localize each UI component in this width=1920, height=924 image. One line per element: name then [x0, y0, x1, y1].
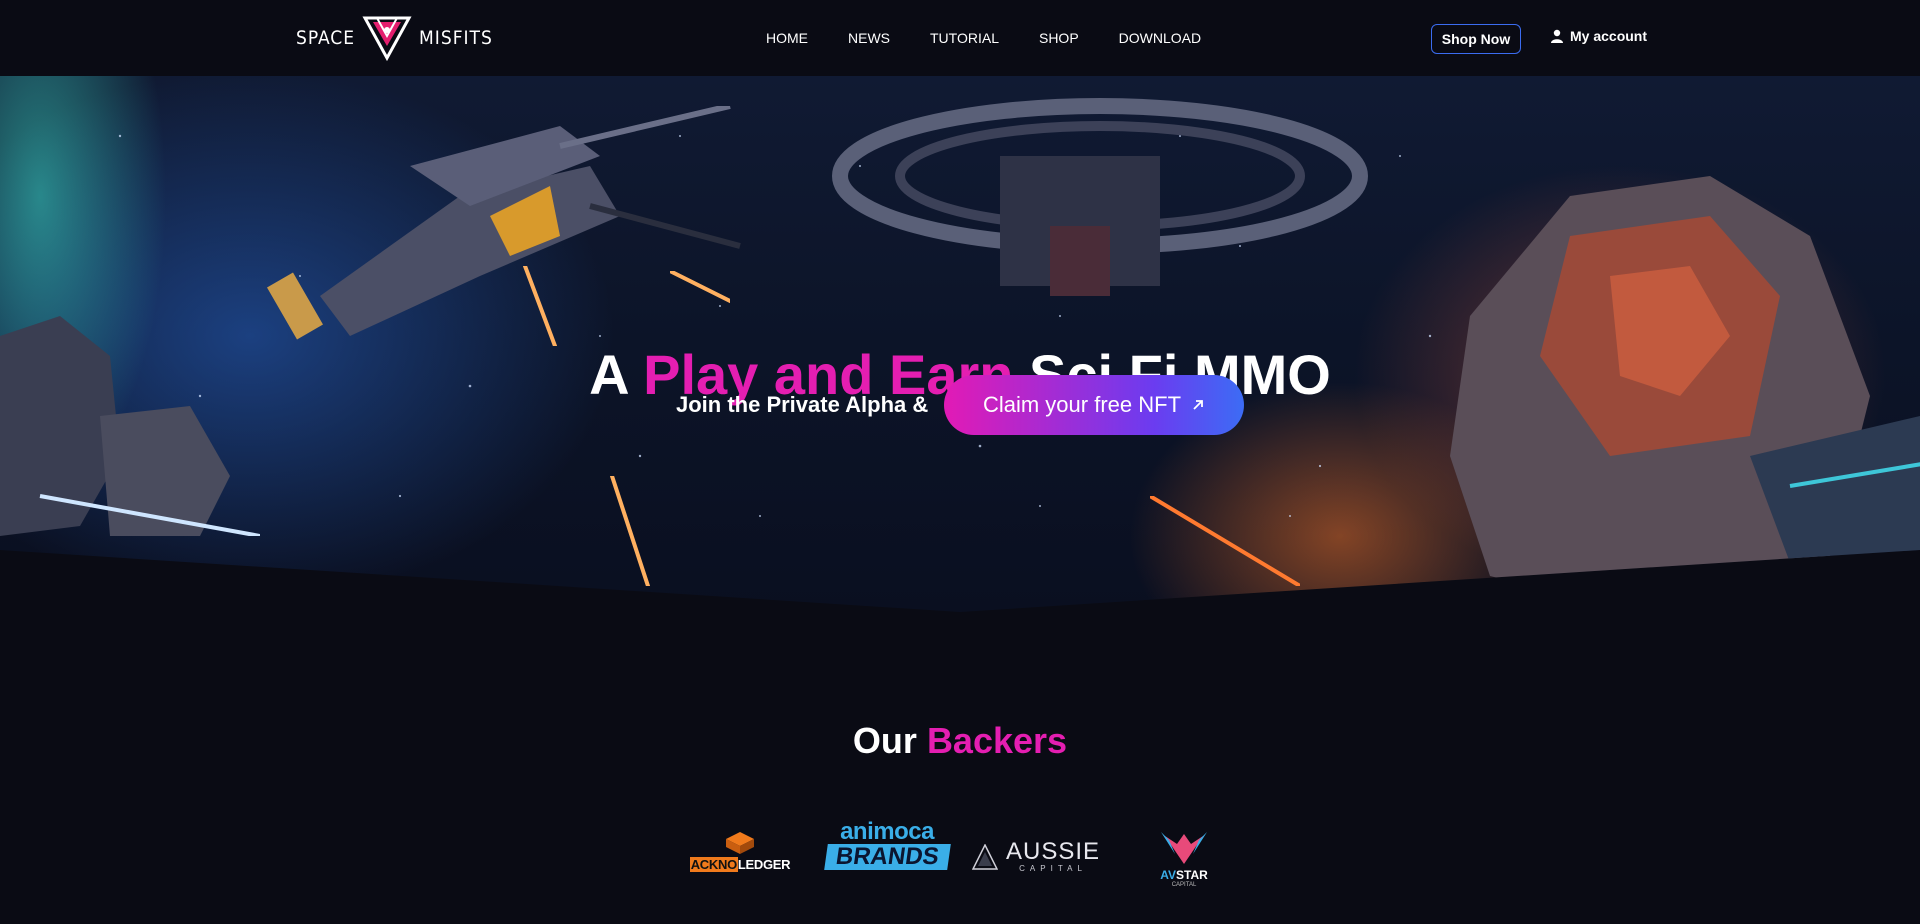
- animoca-wordmark: animoca: [840, 818, 934, 845]
- claim-nft-button[interactable]: Claim your free NFT: [944, 375, 1244, 435]
- meteor-streak: [1150, 496, 1300, 586]
- space-station-illustration: [832, 98, 1368, 296]
- menu-item-shop[interactable]: SHOP: [1039, 30, 1079, 46]
- space-misfits-logo[interactable]: SPACE MISFITS: [296, 12, 493, 64]
- aussie-triangle-icon: [972, 843, 998, 870]
- menu-item-download[interactable]: DOWNLOAD: [1119, 30, 1201, 46]
- capital-wordmark: CAPITAL: [1019, 864, 1087, 873]
- user-icon: [1551, 29, 1563, 43]
- backers-title: Our Backers: [0, 720, 1920, 762]
- my-account-label: My account: [1570, 28, 1648, 44]
- animoca-brands-logo[interactable]: animoca BRANDS: [822, 820, 952, 870]
- backers-title-highlight: Backers: [926, 720, 1068, 761]
- brands-wordmark: BRANDS: [823, 843, 951, 870]
- hero-title-a: A: [589, 343, 644, 406]
- backers-logos: ACKNOLEDGER animoca BRANDS AUSSIE CAPITA…: [676, 820, 1216, 890]
- top-nav: SPACE MISFITS HOME NEWS TUTORIAL SHOP DO…: [0, 0, 1920, 76]
- menu-item-home[interactable]: HOME: [766, 30, 808, 46]
- acknoledger-wordmark: ACKNOLEDGER: [689, 857, 791, 872]
- meteor-streak: [610, 476, 650, 586]
- my-account-link[interactable]: My account: [1550, 28, 1647, 44]
- avstar-capital-logo[interactable]: AVSTAR CAPITAL: [1150, 830, 1218, 888]
- main-menu: HOME NEWS TUTORIAL SHOP DOWNLOAD: [766, 30, 1241, 46]
- avstar-capital-text: CAPITAL: [1171, 882, 1197, 888]
- shop-now-button[interactable]: Shop Now: [1431, 24, 1521, 54]
- logo-text-left: SPACE: [296, 27, 356, 49]
- logo-text-right: MISFITS: [419, 27, 493, 49]
- logo-emblem-icon: [362, 16, 412, 62]
- meteor-streak: [523, 266, 557, 346]
- backers-title-a: Our: [852, 720, 927, 761]
- asteroid-left: [0, 316, 260, 536]
- acknoledger-wordmark-a: ACKNO: [689, 857, 738, 872]
- avstar-wing-icon: [1161, 832, 1207, 864]
- aussie-wordmark: AUSSIE: [1006, 838, 1101, 865]
- hero-section: A Play and Earn Sci Fi MMO: [0, 76, 1920, 612]
- avstar-wordmark: AVSTAR: [1160, 868, 1208, 882]
- meteor-streak: [670, 271, 730, 303]
- acknoledger-logo[interactable]: ACKNOLEDGER: [676, 832, 804, 872]
- avstar-wordmark-b: STAR: [1176, 868, 1208, 882]
- avstar-wordmark-a: AV: [1160, 868, 1176, 882]
- hero-subtitle: Join the Private Alpha &: [676, 392, 929, 417]
- arrow-up-right-icon: [1193, 400, 1203, 410]
- menu-item-news[interactable]: NEWS: [848, 30, 890, 46]
- spaceship-illustration: [267, 106, 741, 340]
- aussie-capital-logo[interactable]: AUSSIE CAPITAL: [972, 840, 1102, 873]
- acknoledger-wordmark-b: LEDGER: [737, 857, 791, 872]
- claim-nft-label: Claim your free NFT: [982, 392, 1182, 417]
- menu-item-tutorial[interactable]: TUTORIAL: [930, 30, 999, 46]
- acknoledger-cube-icon: [726, 832, 754, 854]
